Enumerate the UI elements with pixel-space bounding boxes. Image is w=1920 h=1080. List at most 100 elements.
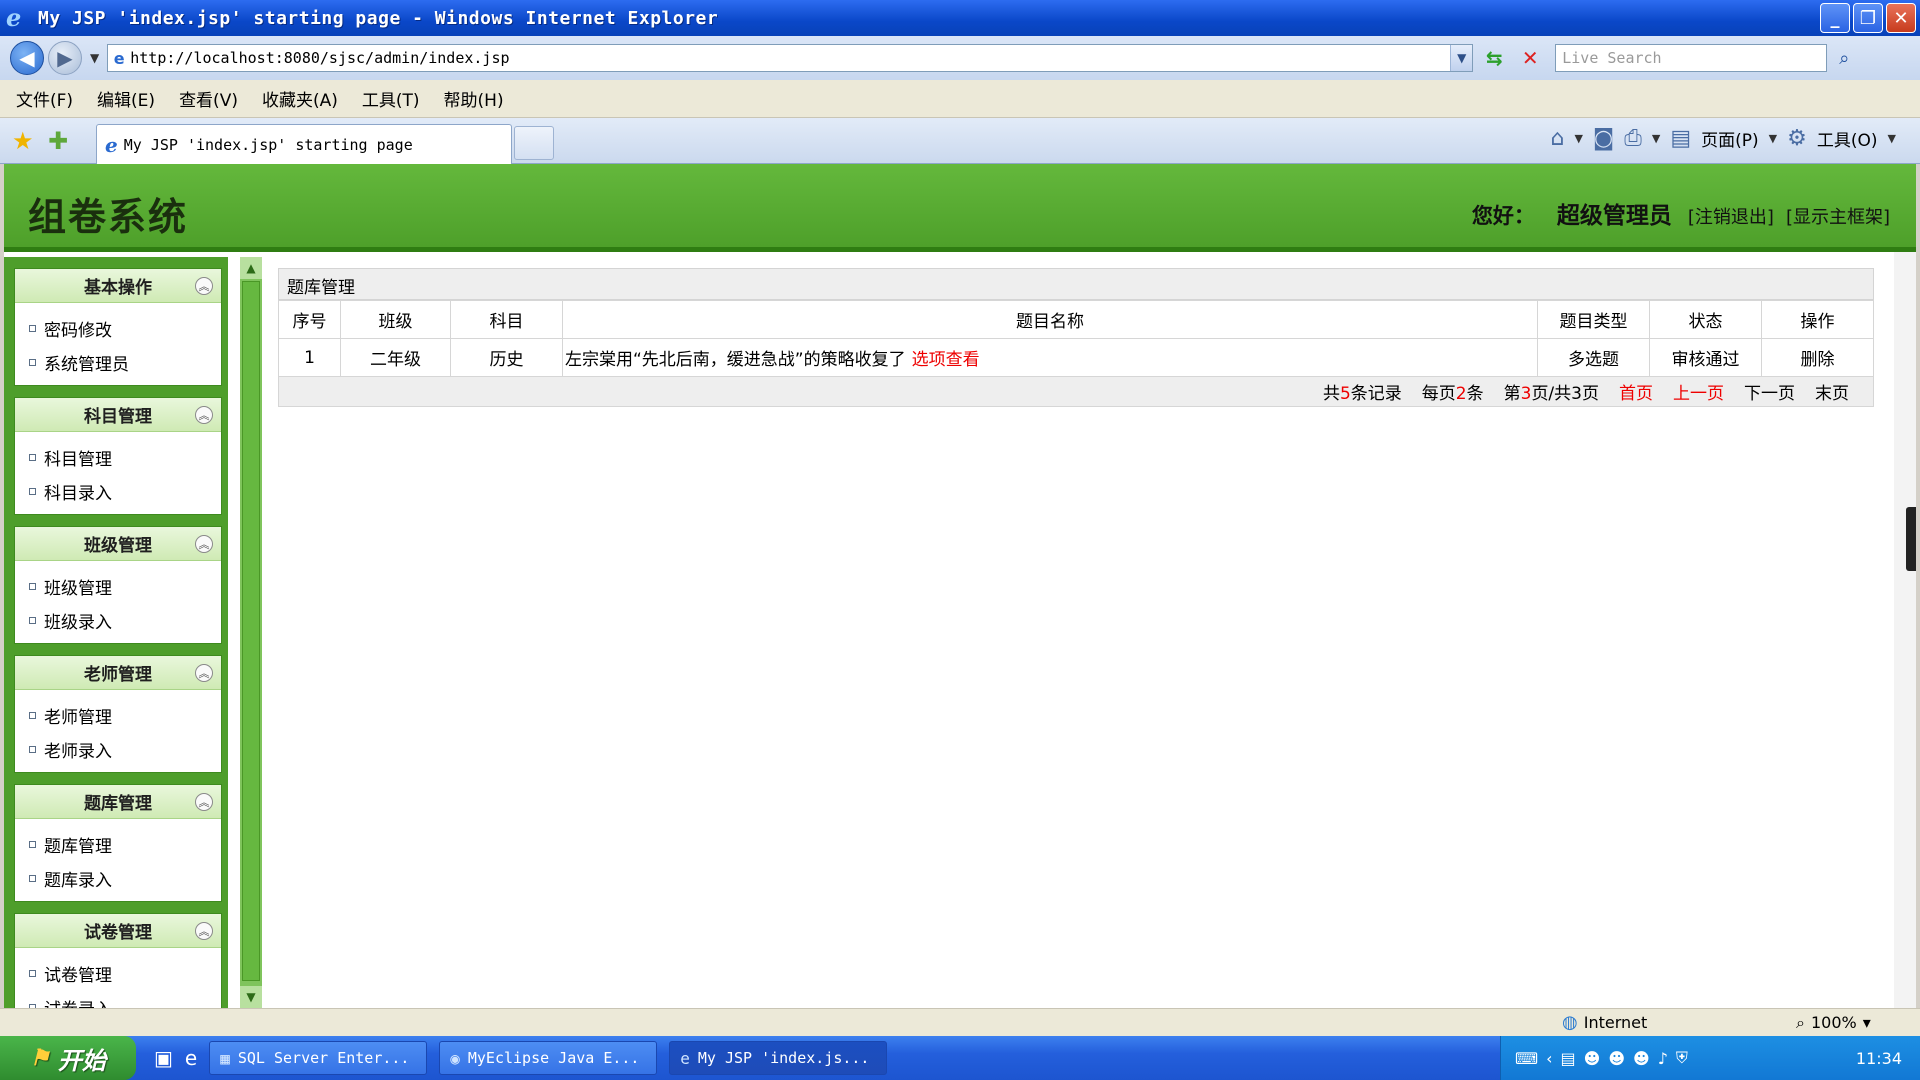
- view-options-link[interactable]: 选项查看: [912, 350, 980, 370]
- favorites-star-icon[interactable]: ★: [12, 127, 34, 155]
- sidebar-item-paper-add[interactable]: 试卷录入: [29, 990, 221, 1008]
- sidebar-item-class-manage[interactable]: 班级管理: [29, 569, 221, 603]
- scroll-down-icon[interactable]: ▼: [240, 986, 262, 1008]
- new-tab-button[interactable]: [514, 126, 554, 160]
- start-label: 开始: [57, 1045, 106, 1075]
- home-dropdown-icon[interactable]: ▼: [1574, 132, 1582, 145]
- page-menu[interactable]: 页面(P): [1701, 126, 1759, 151]
- start-button[interactable]: ⚑ 开始: [0, 1036, 136, 1080]
- col-index: 序号: [278, 300, 341, 339]
- task-ie[interactable]: e My JSP 'index.js...: [669, 1041, 888, 1075]
- collapse-icon[interactable]: ︽: [195, 664, 213, 682]
- task-label: MyEclipse Java E...: [467, 1049, 640, 1067]
- menu-help[interactable]: 帮助(H): [444, 86, 504, 111]
- stop-icon[interactable]: ✕: [1515, 43, 1545, 73]
- feeds-icon[interactable]: ◙: [1593, 126, 1614, 151]
- add-favorite-icon[interactable]: ✚: [48, 127, 68, 155]
- qq-icon[interactable]: ☻: [1608, 1049, 1625, 1068]
- refresh-icon[interactable]: ⇆: [1479, 43, 1509, 73]
- window-titlebar: e My JSP 'index.jsp' starting page - Win…: [0, 0, 1920, 36]
- zoom-control[interactable]: ⌕ 100% ▾: [1796, 1013, 1871, 1033]
- address-url[interactable]: http://localhost:8080/sjsc/admin/index.j…: [130, 49, 1450, 67]
- collapse-icon[interactable]: ︽: [195, 793, 213, 811]
- search-input[interactable]: Live Search: [1555, 44, 1828, 72]
- side-handle[interactable]: [1906, 507, 1916, 571]
- collapse-icon[interactable]: ︽: [195, 922, 213, 940]
- print-dropdown-icon[interactable]: ▼: [1652, 132, 1660, 145]
- tray-expand-icon[interactable]: ‹: [1546, 1049, 1552, 1068]
- group-header[interactable]: 题库管理 ︽: [15, 785, 221, 819]
- group-header[interactable]: 试卷管理 ︽: [15, 914, 221, 948]
- history-dropdown-icon[interactable]: ▼: [90, 51, 99, 65]
- sidebar-item-label: 系统管理员: [44, 354, 129, 375]
- menu-edit[interactable]: 编辑(E): [97, 86, 155, 111]
- show-frame-link[interactable]: [显示主框架]: [1786, 203, 1890, 229]
- bullet-icon: [29, 582, 36, 590]
- last-page-link[interactable]: 末页: [1815, 379, 1849, 404]
- security-shield-icon[interactable]: ⛨: [1676, 1048, 1688, 1068]
- sidebar-item-teacher-add[interactable]: 老师录入: [29, 732, 221, 766]
- address-bar[interactable]: e http://localhost:8080/sjsc/admin/index…: [107, 44, 1474, 72]
- sidebar-item-subject-add[interactable]: 科目录入: [29, 474, 221, 508]
- sidebar-item-question-manage[interactable]: 题库管理: [29, 827, 221, 861]
- next-page-link[interactable]: 下一页: [1744, 379, 1795, 404]
- total-records: 共5条记录: [1323, 379, 1402, 404]
- tools-gear-icon: ⚙: [1787, 126, 1807, 151]
- network-icon[interactable]: ▤: [1561, 1049, 1576, 1068]
- sidebar-item-question-add[interactable]: 题库录入: [29, 861, 221, 895]
- close-window-button[interactable]: ✕: [1886, 3, 1916, 33]
- forward-button[interactable]: ▶: [48, 41, 82, 75]
- sidebar-item-teacher-manage[interactable]: 老师管理: [29, 698, 221, 732]
- page-dropdown-icon[interactable]: ▼: [1769, 132, 1777, 145]
- sidebar-item-label: 试卷管理: [44, 965, 112, 986]
- prev-page-link[interactable]: 上一页: [1673, 379, 1724, 404]
- scrollbar-thumb[interactable]: [242, 281, 260, 981]
- per-page: 每页2条: [1422, 379, 1484, 404]
- scroll-up-icon[interactable]: ▲: [240, 257, 262, 279]
- myeclipse-icon: ◉: [450, 1048, 460, 1068]
- sidebar-scrollbar[interactable]: ▲ ▼: [240, 257, 262, 1008]
- search-icon[interactable]: ⌕: [1831, 44, 1857, 72]
- qq-icon[interactable]: ☻: [1633, 1049, 1650, 1068]
- print-icon[interactable]: ⎙: [1624, 126, 1642, 151]
- keyboard-icon[interactable]: ⌨: [1515, 1049, 1538, 1068]
- tab-current[interactable]: e My JSP 'index.jsp' starting page: [96, 124, 512, 164]
- delete-link[interactable]: 删除: [1761, 338, 1874, 377]
- minimize-button[interactable]: _: [1820, 3, 1850, 33]
- first-page-link[interactable]: 首页: [1619, 379, 1653, 404]
- sidebar-item-subject-manage[interactable]: 科目管理: [29, 440, 221, 474]
- desktop-icon[interactable]: ▣: [154, 1046, 173, 1070]
- volume-icon[interactable]: ♪: [1658, 1049, 1668, 1068]
- collapse-icon[interactable]: ︽: [195, 406, 213, 424]
- menu-favorites[interactable]: 收藏夹(A): [262, 86, 338, 111]
- sidebar-item-paper-manage[interactable]: 试卷管理: [29, 956, 221, 990]
- group-header[interactable]: 老师管理 ︽: [15, 656, 221, 690]
- sidebar-item-admins[interactable]: 系统管理员: [29, 345, 221, 379]
- tools-menu[interactable]: 工具(O): [1817, 126, 1878, 151]
- back-button[interactable]: ◀: [10, 41, 44, 75]
- menu-tools[interactable]: 工具(T): [362, 86, 420, 111]
- group-header[interactable]: 科目管理 ︽: [15, 398, 221, 432]
- tools-dropdown-icon[interactable]: ▼: [1888, 132, 1896, 145]
- menu-view[interactable]: 查看(V): [179, 86, 238, 111]
- page-menu-icon: ▤: [1670, 126, 1692, 151]
- sidebar-item-class-add[interactable]: 班级录入: [29, 603, 221, 637]
- restore-button[interactable]: ❐: [1853, 3, 1883, 33]
- window-title: My JSP 'index.jsp' starting page - Windo…: [38, 7, 719, 29]
- address-dropdown-icon[interactable]: ▼: [1450, 45, 1473, 71]
- zoom-level[interactable]: 100%: [1811, 1013, 1857, 1032]
- page-scrollbar[interactable]: [1894, 252, 1916, 1008]
- ie-quicklaunch-icon[interactable]: e: [185, 1046, 197, 1070]
- zoom-dropdown-icon[interactable]: ▾: [1863, 1013, 1871, 1032]
- task-sql-server[interactable]: ▦ SQL Server Enter...: [209, 1041, 428, 1075]
- home-icon[interactable]: ⌂: [1550, 126, 1564, 151]
- group-header[interactable]: 基本操作 ︽: [15, 269, 221, 303]
- sidebar-item-password[interactable]: 密码修改: [29, 311, 221, 345]
- task-myeclipse[interactable]: ◉ MyEclipse Java E...: [439, 1041, 658, 1075]
- logout-link[interactable]: [注销退出]: [1688, 203, 1774, 229]
- group-header[interactable]: 班级管理 ︽: [15, 527, 221, 561]
- menu-file[interactable]: 文件(F): [16, 86, 73, 111]
- collapse-icon[interactable]: ︽: [195, 277, 213, 295]
- qq-icon[interactable]: ☻: [1584, 1049, 1601, 1068]
- collapse-icon[interactable]: ︽: [195, 535, 213, 553]
